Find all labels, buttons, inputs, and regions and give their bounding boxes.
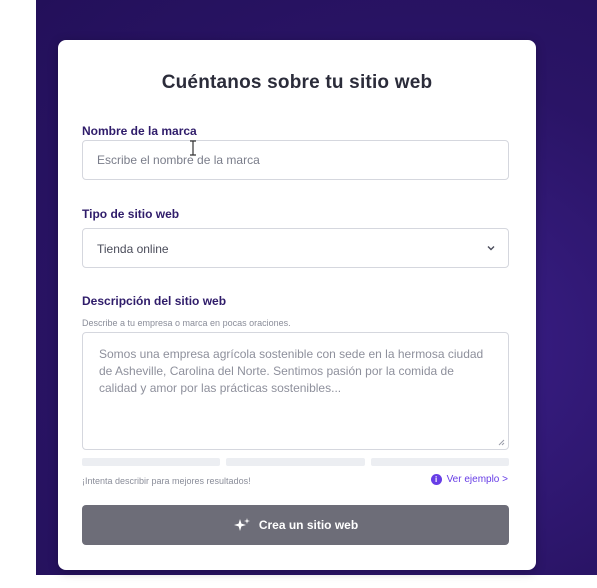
create-website-button[interactable]: Crea un sitio web xyxy=(82,505,509,545)
see-example-link[interactable]: i Ver ejemplo > xyxy=(430,474,508,485)
strength-segment xyxy=(82,458,221,466)
screen-frame-bottom xyxy=(0,575,597,588)
site-type-label: Tipo de sitio web xyxy=(82,207,180,221)
resize-handle-icon[interactable] xyxy=(498,439,505,446)
description-placeholder: Somos una empresa agrícola sostenible co… xyxy=(99,347,484,395)
strength-segment xyxy=(226,458,365,466)
description-label: Descripción del sitio web xyxy=(82,294,227,308)
brand-name-field[interactable] xyxy=(82,140,509,180)
description-tip: ¡Intenta describir para mejores resultad… xyxy=(82,476,251,486)
site-type-select[interactable]: Tienda online xyxy=(82,228,509,268)
strength-segment xyxy=(370,458,509,466)
brand-name-input[interactable] xyxy=(83,141,508,179)
website-form-card: Cuéntanos sobre tu sitio web Nombre de l… xyxy=(58,40,536,570)
info-icon: i xyxy=(430,474,442,485)
sparkle-icon xyxy=(233,518,250,531)
create-website-label: Crea un sitio web xyxy=(258,518,359,532)
description-textarea[interactable]: Somos una empresa agrícola sostenible co… xyxy=(82,332,509,450)
description-hint: Describe a tu empresa o marca en pocas o… xyxy=(82,318,291,328)
see-example-label: Ver ejemplo > xyxy=(446,474,508,485)
text-cursor-icon xyxy=(190,140,196,156)
site-type-value: Tienda online xyxy=(97,242,169,256)
form-title: Cuéntanos sobre tu sitio web xyxy=(161,72,433,93)
screen-frame-left xyxy=(0,0,36,588)
brand-name-label: Nombre de la marca xyxy=(82,124,197,138)
description-strength-meter xyxy=(82,458,509,466)
chevron-down-icon xyxy=(487,246,495,251)
